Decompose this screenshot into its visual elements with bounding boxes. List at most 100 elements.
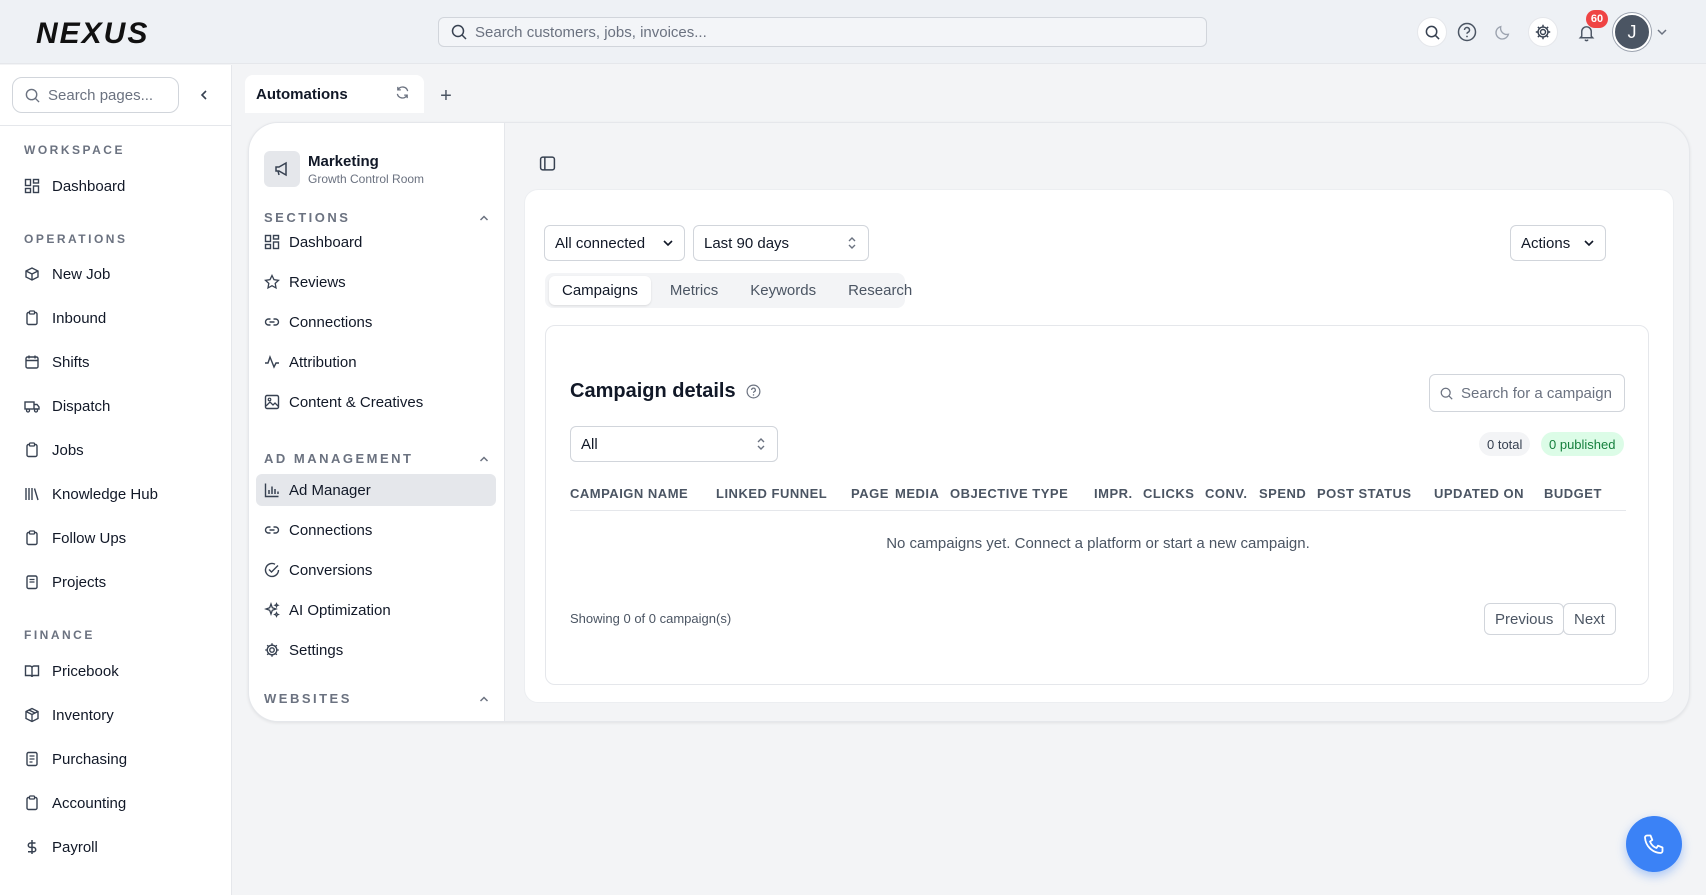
inner-nav-item-dashboard[interactable]: Dashboard: [256, 226, 496, 258]
campaign-search-input[interactable]: Search for a campaign: [1429, 374, 1625, 412]
campaign-search-placeholder: Search for a campaign: [1461, 384, 1612, 402]
sidebar-item-knowledge-hub[interactable]: Knowledge Hub: [24, 482, 158, 506]
sidebar-item-label: Dashboard: [52, 177, 126, 195]
sidebar-item-pricebook[interactable]: Pricebook: [24, 659, 119, 683]
tab-label: Automations: [256, 85, 348, 103]
column-header-post-status[interactable]: POST STATUS: [1317, 486, 1412, 501]
dashboard-icon: [264, 234, 280, 250]
actions-button[interactable]: Actions: [1510, 225, 1606, 261]
sidebar-item-new-job[interactable]: New Job: [24, 262, 110, 286]
section-header-sections[interactable]: SECTIONS: [264, 210, 489, 225]
sidebar-item-label: Pricebook: [52, 662, 119, 680]
nexus-logo[interactable]: NEXUS: [36, 17, 224, 47]
sidebar-item-inbound[interactable]: Inbound: [24, 306, 106, 330]
inner-nav-item-attribution[interactable]: Attribution: [256, 346, 496, 378]
sidebar-item-accounting[interactable]: Accounting: [24, 791, 126, 815]
refresh-icon[interactable]: [395, 85, 410, 100]
column-header-impressions[interactable]: IMPR.: [1094, 486, 1133, 501]
settings-button[interactable]: [1528, 17, 1558, 47]
clipboard-icon: [26, 442, 38, 458]
collapse-sidebar-button[interactable]: [194, 85, 214, 105]
inner-nav-item-connections[interactable]: Connections: [256, 306, 496, 338]
tab-campaigns[interactable]: Campaigns: [549, 276, 651, 305]
inner-nav-item-ad-manager[interactable]: Ad Manager: [256, 474, 496, 506]
sidebar-item-label: Inbound: [52, 309, 107, 327]
nav-item-label: Attribution: [289, 353, 357, 371]
page-search-input[interactable]: Search pages...: [12, 77, 179, 113]
sidebar-item-label: New Job: [52, 265, 111, 283]
nav-item-label: Connections: [289, 521, 373, 539]
moon-icon: [1495, 25, 1510, 40]
column-header-linked-funnel[interactable]: LINKED FUNNEL: [716, 486, 827, 501]
column-header-campaign-name[interactable]: CAMPAIGN NAME: [570, 486, 688, 501]
search-icon: [451, 24, 467, 40]
help-icon[interactable]: [746, 384, 761, 399]
sidebar-item-dispatch[interactable]: Dispatch: [24, 394, 110, 418]
sidebar-item-label: Jobs: [52, 441, 84, 459]
add-tab-button[interactable]: +: [437, 85, 455, 107]
receipt-icon: [26, 751, 38, 767]
section-title: SECTIONS: [264, 210, 351, 225]
empty-state-message: No campaigns yet. Connect a platform or …: [886, 535, 1310, 552]
nav-item-label: AI Optimization: [289, 601, 391, 619]
call-fab-button[interactable]: [1626, 816, 1682, 872]
connection-filter-select[interactable]: All connected: [544, 225, 685, 261]
date-range-select[interactable]: Last 90 days: [693, 225, 869, 261]
column-header-budget[interactable]: BUDGET: [1544, 486, 1602, 501]
next-page-button[interactable]: Next: [1563, 603, 1616, 635]
sidebar-item-projects[interactable]: Projects: [24, 570, 106, 594]
phone-icon: [1644, 834, 1664, 854]
sidebar-item-shifts[interactable]: Shifts: [24, 350, 90, 374]
inner-nav-item-ai-optimization[interactable]: AI Optimization: [256, 594, 496, 626]
nav-item-label: Connections: [289, 313, 373, 331]
nav-item-label: Settings: [289, 641, 344, 659]
star-icon: [264, 274, 280, 290]
dollar-icon: [27, 840, 37, 854]
tab-automations[interactable]: Automations: [245, 75, 424, 113]
actions-label: Actions: [1521, 234, 1571, 252]
global-search-placeholder: Search customers, jobs, invoices...: [475, 23, 707, 41]
inner-nav-item-connections-ads[interactable]: Connections: [256, 514, 496, 546]
help-button[interactable]: [1452, 17, 1482, 47]
column-header-page[interactable]: PAGE: [851, 486, 889, 501]
panel-toggle-icon[interactable]: [539, 155, 556, 172]
sidebar-item-purchasing[interactable]: Purchasing: [24, 747, 127, 771]
quick-search-button[interactable]: [1417, 17, 1447, 47]
sparkles-icon: [264, 602, 280, 618]
sidebar-item-inventory[interactable]: Inventory: [24, 703, 114, 727]
library-icon: [25, 488, 39, 501]
sidebar-item-follow-ups[interactable]: Follow Ups: [24, 526, 126, 550]
published-count-badge: 0 published: [1541, 432, 1624, 456]
campaign-details-title: Campaign details: [570, 380, 761, 403]
global-search-input[interactable]: Search customers, jobs, invoices...: [438, 17, 1207, 47]
dark-mode-toggle[interactable]: [1488, 17, 1518, 47]
tab-metrics[interactable]: Metrics: [657, 276, 731, 305]
tab-keywords[interactable]: Keywords: [737, 276, 829, 305]
column-header-conversions[interactable]: CONV.: [1205, 486, 1247, 501]
user-avatar[interactable]: J: [1613, 13, 1651, 51]
previous-page-button[interactable]: Previous: [1484, 603, 1565, 635]
inner-nav-item-settings[interactable]: Settings: [256, 634, 496, 666]
inner-nav-item-reviews[interactable]: Reviews: [256, 266, 496, 298]
tab-research[interactable]: Research: [835, 276, 925, 305]
column-header-spend[interactable]: SPEND: [1259, 486, 1306, 501]
content-tabs: Campaigns Metrics Keywords Research: [545, 273, 912, 308]
column-header-clicks[interactable]: CLICKS: [1143, 486, 1194, 501]
inner-nav-item-content-creatives[interactable]: Content & Creatives: [256, 386, 496, 418]
inner-nav-item-conversions[interactable]: Conversions: [256, 554, 496, 586]
sidebar-item-jobs[interactable]: Jobs: [24, 438, 84, 462]
chevron-down-icon[interactable]: [1656, 26, 1668, 38]
section-header-websites[interactable]: WEBSITES: [264, 691, 489, 706]
column-header-objective-type[interactable]: OBJECTIVE TYPE: [950, 486, 1068, 501]
status-filter-select[interactable]: All: [570, 426, 778, 462]
section-header-ad-management[interactable]: AD MANAGEMENT: [264, 451, 489, 466]
sidebar-section-title: FINANCE: [24, 628, 95, 642]
column-header-updated-on[interactable]: UPDATED ON: [1434, 486, 1524, 501]
nav-item-label: Conversions: [289, 561, 373, 579]
column-header-media[interactable]: MEDIA: [895, 486, 939, 501]
link-icon: [264, 526, 280, 534]
sidebar-item-dashboard[interactable]: Dashboard: [24, 174, 125, 198]
sidebar-item-payroll[interactable]: Payroll: [24, 835, 98, 859]
sidebar-item-label: Payroll: [52, 838, 98, 856]
sidebar-item-label: Projects: [52, 573, 107, 591]
